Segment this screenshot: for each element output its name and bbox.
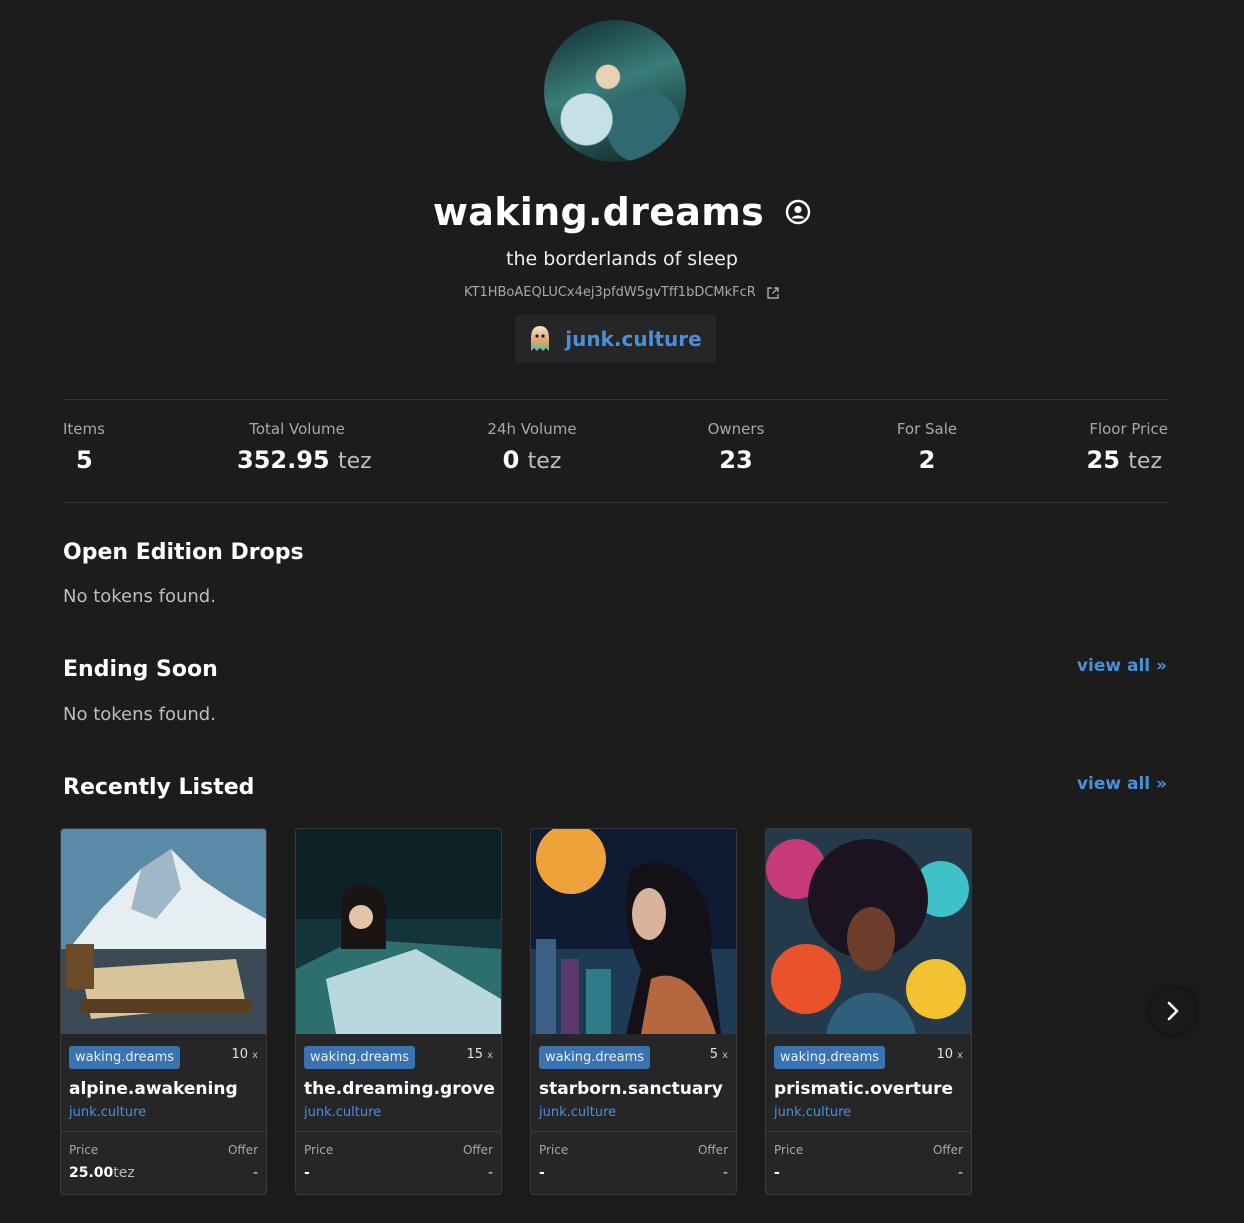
- section-title-ending-soon: Ending Soon: [63, 657, 218, 682]
- stat-floor-price: Floor Price 25 tez: [1086, 420, 1168, 474]
- edition-count: 10 x: [936, 1047, 963, 1062]
- price-label: Price: [304, 1143, 334, 1157]
- divider: [63, 399, 1168, 400]
- creator-button[interactable]: junk.culture: [515, 315, 716, 363]
- price-value: -: [539, 1165, 545, 1181]
- token-image[interactable]: [61, 829, 266, 1034]
- stat-owners: Owners 23: [707, 420, 765, 474]
- token-image[interactable]: [766, 829, 971, 1034]
- token-name[interactable]: prismatic.overture: [774, 1079, 953, 1099]
- stat-total-volume: Total Volume 352.95 tez: [237, 420, 372, 474]
- token-card[interactable]: waking.dreams 10 x prismatic.overture jun…: [765, 828, 972, 1195]
- token-name[interactable]: alpine.awakening: [69, 1079, 238, 1099]
- contract-address[interactable]: KT1HBoAEQLUCx4ej3pfdW5gvTff1bDCMkFcR: [464, 285, 756, 300]
- token-image[interactable]: [531, 829, 736, 1034]
- offer-value: -: [957, 1165, 963, 1181]
- collection-tag[interactable]: waking.dreams: [304, 1046, 416, 1069]
- stats-bar: Items 5 Total Volume 352.95 tez 24h Volu…: [63, 420, 1168, 490]
- token-card[interactable]: waking.dreams 15 x the.dreaming.grove jun…: [295, 828, 502, 1195]
- edition-count: 15 x: [466, 1047, 493, 1062]
- token-creator-link[interactable]: junk.culture: [539, 1105, 616, 1120]
- collection-tag[interactable]: waking.dreams: [774, 1046, 886, 1069]
- view-all-ending-soon-link[interactable]: view all »: [1077, 656, 1167, 676]
- token-name[interactable]: the.dreaming.grove: [304, 1079, 495, 1099]
- divider: [766, 1131, 971, 1132]
- section-title-recently-listed: Recently Listed: [63, 775, 255, 800]
- ghost-avatar-icon: [531, 326, 550, 351]
- price-value: -: [774, 1165, 780, 1181]
- stat-24h-volume: 24h Volume 0 tez: [487, 420, 577, 474]
- collection-tag[interactable]: waking.dreams: [69, 1046, 181, 1069]
- divider: [61, 1131, 266, 1132]
- offer-value: -: [252, 1165, 258, 1181]
- offer-label: Offer: [462, 1143, 493, 1157]
- user-circle-icon[interactable]: [785, 199, 811, 225]
- offer-label: Offer: [227, 1143, 258, 1157]
- collection-avatar: [544, 20, 686, 162]
- token-card[interactable]: waking.dreams 10 x alpine.awakening junk.…: [60, 828, 267, 1195]
- offer-label: Offer: [932, 1143, 963, 1157]
- edition-count: 10 x: [231, 1047, 258, 1062]
- token-card[interactable]: waking.dreams 5x starborn.sanctuary junk…: [530, 828, 737, 1195]
- edition-count: 5x: [709, 1047, 728, 1062]
- empty-message: No tokens found.: [63, 704, 216, 725]
- price-value: -: [304, 1165, 310, 1181]
- token-name[interactable]: starborn.sanctuary: [539, 1079, 723, 1099]
- external-link-icon[interactable]: [766, 286, 780, 300]
- chevron-right-icon: [1167, 1001, 1179, 1021]
- collection-title: waking.dreams: [432, 190, 765, 234]
- price-value: 25.00tez: [69, 1165, 135, 1181]
- creator-name[interactable]: junk.culture: [565, 327, 701, 351]
- token-image[interactable]: [296, 829, 501, 1034]
- price-label: Price: [69, 1143, 99, 1157]
- stat-for-sale: For Sale 2: [896, 420, 958, 474]
- offer-value: -: [487, 1165, 493, 1181]
- divider: [296, 1131, 501, 1132]
- view-all-recently-listed-link[interactable]: view all »: [1077, 774, 1167, 794]
- divider: [63, 502, 1168, 503]
- section-title-open-edition: Open Edition Drops: [63, 540, 304, 565]
- offer-value: -: [722, 1165, 728, 1181]
- divider: [531, 1131, 736, 1132]
- carousel-next-button[interactable]: [1150, 988, 1196, 1034]
- price-label: Price: [539, 1143, 569, 1157]
- token-creator-link[interactable]: junk.culture: [774, 1105, 851, 1120]
- price-label: Price: [774, 1143, 804, 1157]
- stat-items: Items 5: [63, 420, 105, 474]
- collection-description: the borderlands of sleep: [506, 248, 738, 270]
- collection-tag[interactable]: waking.dreams: [539, 1046, 651, 1069]
- token-creator-link[interactable]: junk.culture: [304, 1105, 381, 1120]
- token-creator-link[interactable]: junk.culture: [69, 1105, 146, 1120]
- contract-address-row[interactable]: KT1HBoAEQLUCx4ej3pfdW5gvTff1bDCMkFcR: [0, 285, 1244, 300]
- offer-label: Offer: [697, 1143, 728, 1157]
- empty-message: No tokens found.: [63, 586, 216, 607]
